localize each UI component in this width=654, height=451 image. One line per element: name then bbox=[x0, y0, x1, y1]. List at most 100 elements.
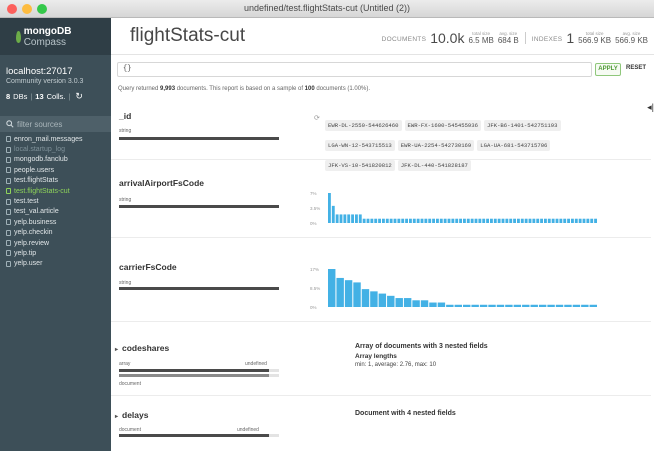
expand-caret-icon[interactable]: ▸ bbox=[115, 347, 118, 353]
histogram-bar[interactable] bbox=[471, 304, 479, 307]
histogram-bar[interactable] bbox=[416, 218, 420, 223]
histogram-bar[interactable] bbox=[336, 277, 344, 307]
histogram-bar[interactable] bbox=[532, 218, 536, 223]
histogram-bar[interactable] bbox=[412, 300, 420, 307]
histogram-bar[interactable] bbox=[517, 218, 520, 223]
histogram-bar[interactable] bbox=[353, 282, 361, 307]
histogram-bar[interactable] bbox=[581, 304, 589, 307]
histogram-bar[interactable] bbox=[540, 218, 543, 223]
reset-button[interactable]: RESET bbox=[624, 63, 648, 76]
histogram-bar[interactable] bbox=[335, 214, 339, 223]
histogram-bar[interactable] bbox=[490, 218, 493, 223]
histogram-bar[interactable] bbox=[370, 291, 378, 307]
histogram-bar[interactable] bbox=[403, 298, 412, 307]
sidebar-collection-item[interactable]: test_val.article bbox=[0, 207, 111, 217]
field-name[interactable]: ▸ delays bbox=[115, 410, 148, 420]
histogram-bar[interactable] bbox=[528, 218, 532, 223]
id-value-chip[interactable]: EWR-DL-2550-544626460 bbox=[325, 120, 402, 131]
histogram-bar[interactable] bbox=[590, 218, 594, 223]
histogram-bar[interactable] bbox=[544, 218, 547, 223]
id-value-chip[interactable]: EWR-UA-2254-542730169 bbox=[397, 140, 475, 151]
sidebar-collection-item[interactable]: test.test bbox=[0, 196, 111, 206]
histogram-bar[interactable] bbox=[501, 218, 505, 223]
histogram-bar[interactable] bbox=[436, 218, 439, 223]
histogram-bar[interactable] bbox=[524, 218, 528, 223]
histogram-bar[interactable] bbox=[428, 218, 432, 223]
histogram-bar[interactable] bbox=[328, 193, 331, 223]
histogram-bar[interactable] bbox=[564, 304, 572, 307]
sidebar-collection-item[interactable]: people.users bbox=[0, 165, 111, 175]
histogram-bar[interactable] bbox=[555, 218, 559, 223]
histogram-bar[interactable] bbox=[401, 218, 405, 223]
histogram-bar[interactable] bbox=[385, 218, 389, 223]
histogram-bar[interactable] bbox=[582, 218, 586, 223]
sidebar-collection-item[interactable]: yelp.business bbox=[0, 217, 111, 227]
histogram-bar[interactable] bbox=[393, 218, 397, 223]
histogram-bar[interactable] bbox=[586, 218, 590, 223]
id-value-chip[interactable]: JFK-B6-1401-542751193 bbox=[484, 120, 561, 131]
histogram-bar[interactable] bbox=[513, 218, 516, 223]
sidebar-collection-item[interactable]: yelp.review bbox=[0, 238, 111, 248]
histogram-bar[interactable] bbox=[547, 218, 551, 223]
sidebar-collection-item[interactable]: local.startup_log bbox=[0, 144, 111, 154]
histogram-bar[interactable] bbox=[347, 214, 351, 223]
histogram-bar[interactable] bbox=[344, 280, 353, 307]
histogram-bar[interactable] bbox=[594, 218, 597, 223]
histogram-bar[interactable] bbox=[513, 304, 522, 307]
histogram-bar[interactable] bbox=[488, 304, 496, 307]
histogram-bar[interactable] bbox=[361, 289, 370, 307]
histogram-bar[interactable] bbox=[455, 218, 459, 223]
histogram-bar[interactable] bbox=[432, 218, 435, 223]
id-value-chip[interactable]: EWR-FX-1600-545455936 bbox=[404, 120, 481, 131]
histogram-bar[interactable] bbox=[505, 218, 509, 223]
histogram-bar[interactable] bbox=[355, 214, 358, 223]
histogram-bar[interactable] bbox=[530, 304, 538, 307]
histogram-bar[interactable] bbox=[478, 218, 482, 223]
histogram-bar[interactable] bbox=[447, 218, 451, 223]
histogram-bar[interactable] bbox=[429, 302, 437, 307]
sidebar-collection-item[interactable]: test.flightStats-cut bbox=[0, 186, 111, 196]
histogram-bar[interactable] bbox=[474, 218, 478, 223]
histogram-bar[interactable] bbox=[578, 218, 582, 223]
histogram-bar[interactable] bbox=[370, 218, 374, 223]
histogram-bar[interactable] bbox=[378, 293, 387, 307]
histogram-bar[interactable] bbox=[466, 218, 470, 223]
histogram-bar[interactable] bbox=[389, 218, 393, 223]
histogram-bar[interactable] bbox=[559, 218, 563, 223]
histogram-bar[interactable] bbox=[486, 218, 489, 223]
histogram-bar[interactable] bbox=[574, 218, 578, 223]
histogram-bar[interactable] bbox=[496, 304, 505, 307]
histogram-bar[interactable] bbox=[328, 269, 336, 307]
histogram-bar[interactable] bbox=[397, 218, 401, 223]
histogram-bar[interactable] bbox=[405, 218, 408, 223]
refresh-icon[interactable]: ↻ bbox=[75, 91, 83, 102]
shuffle-icon[interactable]: ⟳ bbox=[314, 114, 320, 122]
histogram-bar[interactable] bbox=[420, 300, 429, 307]
histogram-bar[interactable] bbox=[536, 218, 540, 223]
histogram-bar[interactable] bbox=[551, 218, 555, 223]
sidebar-collection-item[interactable]: yelp.tip bbox=[0, 248, 111, 258]
sidebar-collection-item[interactable]: test.flightStats bbox=[0, 176, 111, 186]
sidebar-collection-item[interactable]: yelp.checkin bbox=[0, 228, 111, 238]
filter-sources-input[interactable]: filter sources bbox=[0, 116, 111, 132]
histogram-bar[interactable] bbox=[505, 304, 513, 307]
histogram-bar[interactable] bbox=[589, 304, 597, 307]
histogram-bar[interactable] bbox=[378, 218, 381, 223]
histogram-bar[interactable] bbox=[439, 218, 443, 223]
sidebar-collection-item[interactable]: yelp.user bbox=[0, 259, 111, 269]
histogram-bar[interactable] bbox=[424, 218, 428, 223]
histogram-bar[interactable] bbox=[437, 302, 446, 307]
histogram-bar[interactable] bbox=[459, 218, 462, 223]
histogram-bar[interactable] bbox=[538, 304, 547, 307]
histogram-bar[interactable] bbox=[571, 218, 574, 223]
histogram-bar[interactable] bbox=[331, 205, 335, 223]
histogram-bar[interactable] bbox=[343, 214, 347, 223]
expand-caret-icon[interactable]: ▸ bbox=[115, 414, 118, 420]
histogram-bar[interactable] bbox=[509, 218, 513, 223]
histogram-bar[interactable] bbox=[339, 214, 343, 223]
histogram-bar[interactable] bbox=[479, 304, 488, 307]
query-input[interactable]: {} bbox=[117, 62, 592, 77]
histogram-bar[interactable] bbox=[443, 218, 447, 223]
histogram-bar[interactable] bbox=[520, 218, 524, 223]
histogram-bar[interactable] bbox=[412, 218, 416, 223]
